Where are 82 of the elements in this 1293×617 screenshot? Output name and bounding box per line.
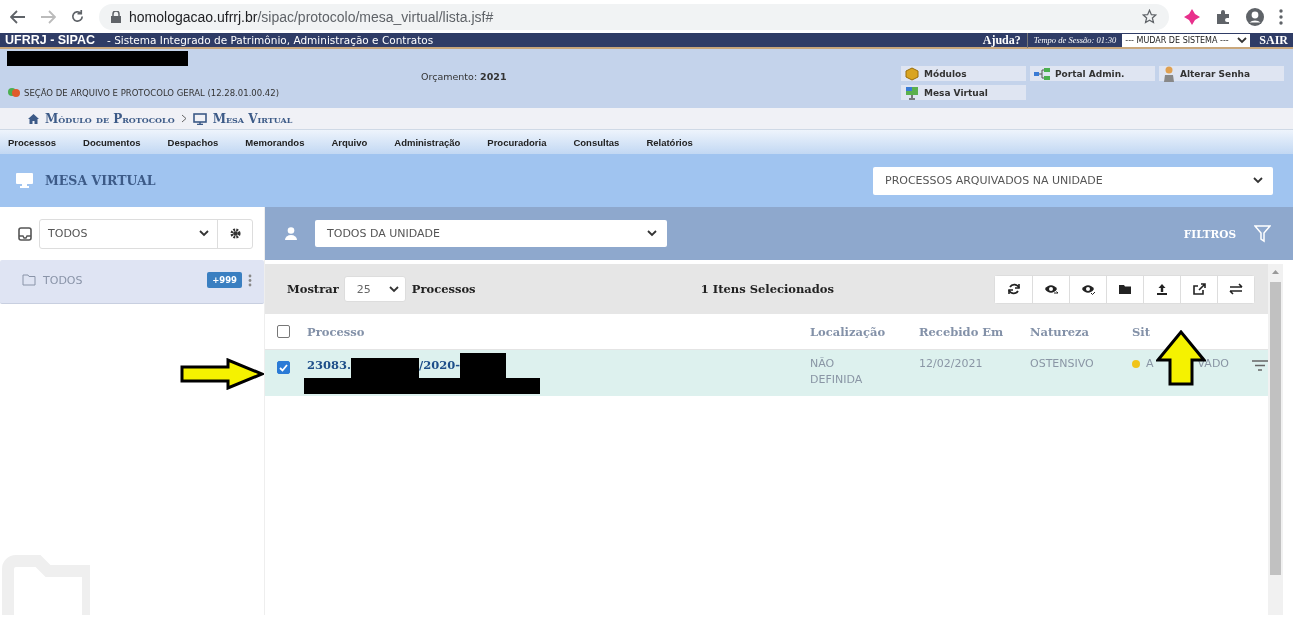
transfer-button[interactable] — [1217, 275, 1254, 303]
shortcut-link[interactable]: Portal Admin. — [1030, 66, 1155, 81]
view-select[interactable]: PROCESSOS ARQUIVADOS NA UNIDADE — [873, 166, 1273, 195]
url-host: homologacao.ufrrj.br — [129, 8, 258, 25]
menu-item[interactable]: Procuradoria — [487, 136, 547, 148]
more-icon[interactable] — [1279, 8, 1283, 25]
extension-icon[interactable] — [1183, 7, 1201, 26]
chevron-down-icon — [647, 230, 657, 237]
settings-icon — [229, 228, 241, 239]
back-icon[interactable] — [10, 9, 26, 24]
table-row[interactable]: 23083. /2020- NÃO DEFINIDA 12/02/2021 OSTENSIVO A VADO — [265, 350, 1268, 396]
reload-icon[interactable] — [70, 9, 85, 24]
scrollbar[interactable] — [1268, 264, 1283, 615]
logout-link[interactable]: SAIR — [1250, 32, 1293, 48]
breadcrumb-link[interactable]: Módulo de Protocolo — [45, 111, 175, 126]
menu-item[interactable]: Despachos — [167, 136, 219, 148]
table-cell-text: OSTENSIVO — [1030, 356, 1095, 372]
address-bar[interactable]: homologacao.ufrrj.br/sipac/protocolo/mesa_virtual/lista.jsf# — [99, 3, 1169, 30]
inbox-icon — [18, 226, 32, 241]
menu-item[interactable]: Documentos — [83, 136, 141, 148]
puzzle-icon[interactable] — [1215, 8, 1231, 25]
owner-select[interactable]: TODOS DA UNIDADE — [315, 220, 667, 247]
user-icon — [285, 227, 297, 240]
process-number[interactable]: 23083. — [307, 358, 351, 372]
selection-count: 1 Itens Selecionados — [700, 282, 834, 296]
status-dot — [1132, 360, 1140, 368]
menu-item[interactable]: Memorandos — [245, 136, 305, 148]
system-name: UFRRJ - SIPAC — [5, 33, 96, 47]
folder-icon — [1118, 282, 1132, 296]
monitor-icon — [192, 112, 207, 125]
account-icon[interactable] — [1245, 6, 1265, 27]
shortcut-link[interactable]: Mesa Virtual — [901, 85, 1026, 100]
system-subtitle: - Sistema Integrado de Patrimônio, Administração e Contratos — [107, 34, 435, 46]
table-cell-text: 12/02/2021 — [918, 356, 984, 372]
menu-item[interactable]: Relatórios — [646, 136, 693, 148]
chevron-down-icon — [1253, 177, 1263, 184]
page-size-select[interactable]: 25 — [343, 276, 406, 302]
help-link[interactable]: Ajuda? — [982, 32, 1028, 48]
monitor-icon — [16, 173, 33, 188]
home-icon — [28, 113, 39, 124]
shortcut-link[interactable]: Módulos — [901, 66, 1026, 81]
person-icon — [1163, 65, 1175, 82]
status-text: A — [1146, 356, 1154, 372]
chevron-down-icon — [1237, 36, 1248, 44]
eye-arrow-icon — [1044, 282, 1058, 296]
url-path: /sipac/protocolo/mesa_virtual/lista.jsf# — [257, 8, 494, 25]
folder-item[interactable]: TODOS +999 — [0, 260, 264, 304]
budget-label: Orçamento: 2021 — [421, 70, 508, 84]
lock-icon — [111, 10, 121, 23]
system-select[interactable]: --- MUDAR DE SISTEMA --- — [1122, 33, 1251, 47]
table-cell-text: NÃO DEFINIDA — [810, 356, 864, 388]
chevron-down-icon — [199, 230, 209, 237]
row-checkbox[interactable] — [277, 361, 290, 374]
refresh-icon — [1006, 282, 1021, 296]
select-all-checkbox[interactable] — [277, 325, 290, 338]
session-timer: Tempo de Sessão: 01:30 — [1033, 35, 1117, 45]
transfer-icon — [1229, 282, 1243, 296]
chevron-down-icon — [388, 285, 399, 293]
status-text: VADO — [1197, 356, 1229, 372]
breadcrumb-current: Mesa Virtual — [212, 111, 293, 126]
upload-icon — [1155, 282, 1169, 296]
folder-icon — [22, 274, 37, 286]
share-icon — [1192, 282, 1206, 296]
menu-item[interactable]: Processos — [8, 136, 57, 148]
show-label: Mostrar — [287, 282, 339, 296]
menu-item[interactable]: Consultas — [573, 136, 620, 148]
sort-icon[interactable] — [1252, 360, 1268, 371]
cube-icon — [905, 66, 919, 81]
process-year[interactable]: /2020- — [419, 358, 460, 372]
shortcut-link[interactable]: Alterar Senha — [1159, 66, 1284, 81]
unit-name: SEÇÃO DE ARQUIVO E PROTOCOLO GERAL (12.28.01.00.42) — [24, 87, 279, 98]
page-title: MESA VIRTUAL — [45, 173, 157, 188]
show-unit-label: Processos — [411, 282, 476, 296]
eye-check-icon — [1081, 282, 1095, 296]
menu-item[interactable]: Administração — [394, 136, 461, 148]
chevron-right-icon — [180, 114, 187, 123]
network-icon — [1034, 67, 1050, 80]
star-icon[interactable] — [1142, 9, 1157, 24]
count-badge: +999 — [207, 272, 242, 288]
monitor-icon — [905, 85, 919, 100]
menu-item[interactable]: Arquivo — [331, 136, 368, 148]
more-icon[interactable] — [248, 274, 252, 287]
